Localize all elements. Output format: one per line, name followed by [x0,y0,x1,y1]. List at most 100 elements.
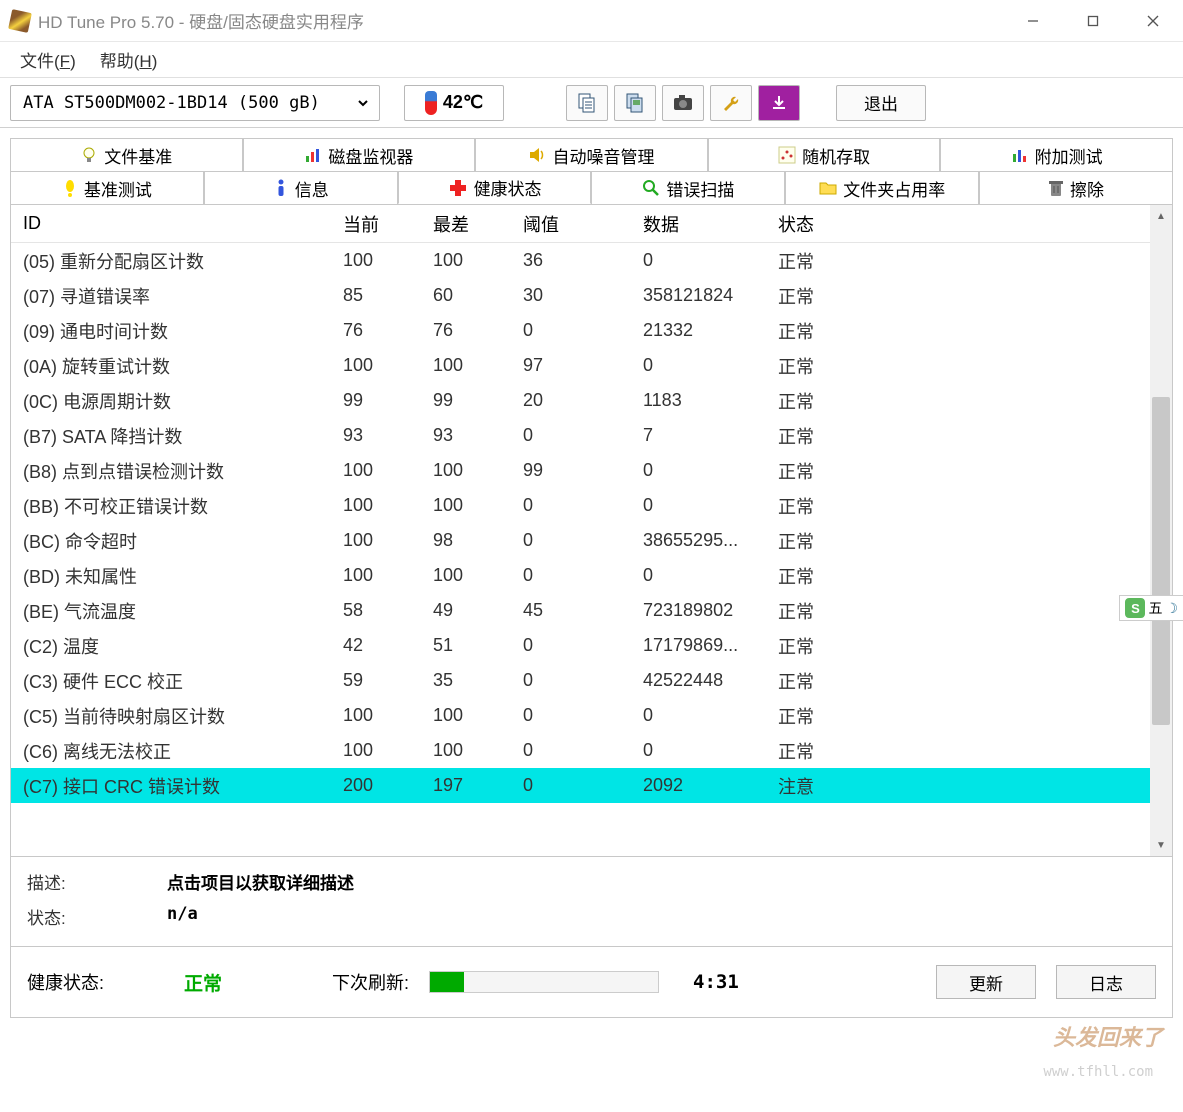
tab-label: 擦除 [1070,176,1104,201]
tab-folder-usage[interactable]: 文件夹占用率 [785,171,979,204]
cell-threshold: 0 [511,705,631,726]
table-row[interactable]: (C7) 接口 CRC 错误计数20019702092注意 [11,768,1150,803]
table-row[interactable]: (BD) 未知属性10010000正常 [11,558,1150,593]
ime-label: 五 [1148,598,1162,618]
cell-status: 正常 [766,318,866,344]
scroll-track[interactable] [1150,227,1172,834]
cell-current: 99 [331,390,421,411]
cell-worst: 76 [421,320,511,341]
progress-fill [430,972,464,992]
cell-data: 21332 [631,320,766,341]
table-row[interactable]: (BE) 气流温度584945723189802正常 [11,593,1150,628]
tab-label: 文件基准 [104,143,172,168]
table-row[interactable]: (C5) 当前待映射扇区计数10010000正常 [11,698,1150,733]
tab-info[interactable]: 信息 [204,171,398,204]
table-row[interactable]: (0C) 电源周期计数9999201183正常 [11,383,1150,418]
options-button[interactable] [710,85,752,121]
tab-health[interactable]: 健康状态 [398,171,592,204]
cell-current: 100 [331,530,421,551]
screenshot-button[interactable] [662,85,704,121]
cell-worst: 51 [421,635,511,656]
table-row[interactable]: (B8) 点到点错误检测计数100100990正常 [11,453,1150,488]
cell-worst: 93 [421,425,511,446]
col-threshold[interactable]: 阈值 [511,211,631,237]
tab-label: 文件夹占用率 [843,176,945,201]
tab-benchmark[interactable]: 基准测试 [10,171,204,204]
cell-status: 正常 [766,563,866,589]
table-row[interactable]: (BC) 命令超时10098038655295...正常 [11,523,1150,558]
tab-label: 错误扫描 [666,176,734,201]
table-row[interactable]: (B7) SATA 降挡计数939307正常 [11,418,1150,453]
copy-text-button[interactable] [566,85,608,121]
cell-id: (C2) 温度 [11,633,331,659]
ime-indicator[interactable]: S 五 ☽ [1119,595,1183,621]
table-row[interactable]: (C2) 温度4251017179869...正常 [11,628,1150,663]
scroll-down-icon[interactable]: ▼ [1150,834,1172,856]
cell-id: (0C) 电源周期计数 [11,388,331,414]
table-row[interactable]: (0A) 旋转重试计数100100970正常 [11,348,1150,383]
col-id[interactable]: ID [11,213,331,234]
chart-icon [304,146,322,164]
scroll-thumb[interactable] [1152,397,1170,725]
cell-id: (BB) 不可校正错误计数 [11,493,331,519]
col-current[interactable]: 当前 [331,211,421,237]
cell-id: (07) 寻道错误率 [11,283,331,309]
bars-icon [1011,146,1029,164]
tab-disk-monitor[interactable]: 磁盘监视器 [243,138,476,171]
col-status[interactable]: 状态 [766,211,866,237]
tab-file-benchmark[interactable]: 文件基准 [10,138,243,171]
thermometer-icon [425,91,437,115]
cell-threshold: 0 [511,425,631,446]
col-worst[interactable]: 最差 [421,211,511,237]
copy-screenshot-button[interactable] [614,85,656,121]
menu-file[interactable]: 文件(F) [8,43,88,76]
tab-aam[interactable]: 自动噪音管理 [475,138,708,171]
table-row[interactable]: (BB) 不可校正错误计数10010000正常 [11,488,1150,523]
col-data[interactable]: 数据 [631,211,766,237]
table-row[interactable]: (07) 寻道错误率856030358121824正常 [11,278,1150,313]
refresh-progress [429,971,659,993]
cell-threshold: 0 [511,320,631,341]
maximize-button[interactable] [1063,0,1123,42]
title-bar: HD Tune Pro 5.70 - 硬盘/固态硬盘实用程序 [0,0,1183,42]
table-header: ID 当前 最差 阈值 数据 状态 [11,205,1150,243]
tabs-row-1: 文件基准 磁盘监视器 自动噪音管理 随机存取 附加测试 [10,138,1173,171]
cell-data: 0 [631,705,766,726]
cell-worst: 100 [421,355,511,376]
menu-help[interactable]: 帮助(H) [88,43,170,76]
tab-erase[interactable]: 擦除 [979,171,1173,204]
drive-dropdown[interactable]: ATA ST500DM002-1BD14 (500 gB) [19,86,371,120]
cell-id: (C6) 离线无法校正 [11,738,331,764]
desc-value: 点击项目以获取详细描述 [167,869,354,894]
log-button[interactable]: 日志 [1056,965,1156,999]
cell-id: (09) 通电时间计数 [11,318,331,344]
cell-id: (BC) 命令超时 [11,528,331,554]
close-button[interactable] [1123,0,1183,42]
tab-error-scan[interactable]: 错误扫描 [591,171,785,204]
cell-status: 注意 [766,773,866,799]
drive-selector[interactable]: ATA ST500DM002-1BD14 (500 gB) [10,85,380,121]
maximize-icon [1087,15,1099,27]
health-value: 正常 [184,969,222,996]
table-row[interactable]: (09) 通电时间计数7676021332正常 [11,313,1150,348]
tab-random-access[interactable]: 随机存取 [708,138,941,171]
cell-worst: 100 [421,705,511,726]
cell-data: 0 [631,740,766,761]
table-row[interactable]: (05) 重新分配扇区计数100100360正常 [11,243,1150,278]
tab-extra-tests[interactable]: 附加测试 [940,138,1173,171]
cell-current: 100 [331,740,421,761]
tab-label: 基准测试 [84,176,152,201]
minimize-button[interactable] [1003,0,1063,42]
cell-threshold: 0 [511,740,631,761]
cell-data: 723189802 [631,600,766,621]
cell-worst: 99 [421,390,511,411]
vertical-scrollbar[interactable]: ▲ ▼ [1150,205,1172,856]
exit-button[interactable]: 退出 [836,85,926,121]
table-row[interactable]: (C3) 硬件 ECC 校正5935042522448正常 [11,663,1150,698]
cell-status: 正常 [766,283,866,309]
refresh-label: 下次刷新: [332,969,409,995]
update-button[interactable]: 更新 [936,965,1036,999]
table-row[interactable]: (C6) 离线无法校正10010000正常 [11,733,1150,768]
save-button[interactable] [758,85,800,121]
scroll-up-icon[interactable]: ▲ [1150,205,1172,227]
